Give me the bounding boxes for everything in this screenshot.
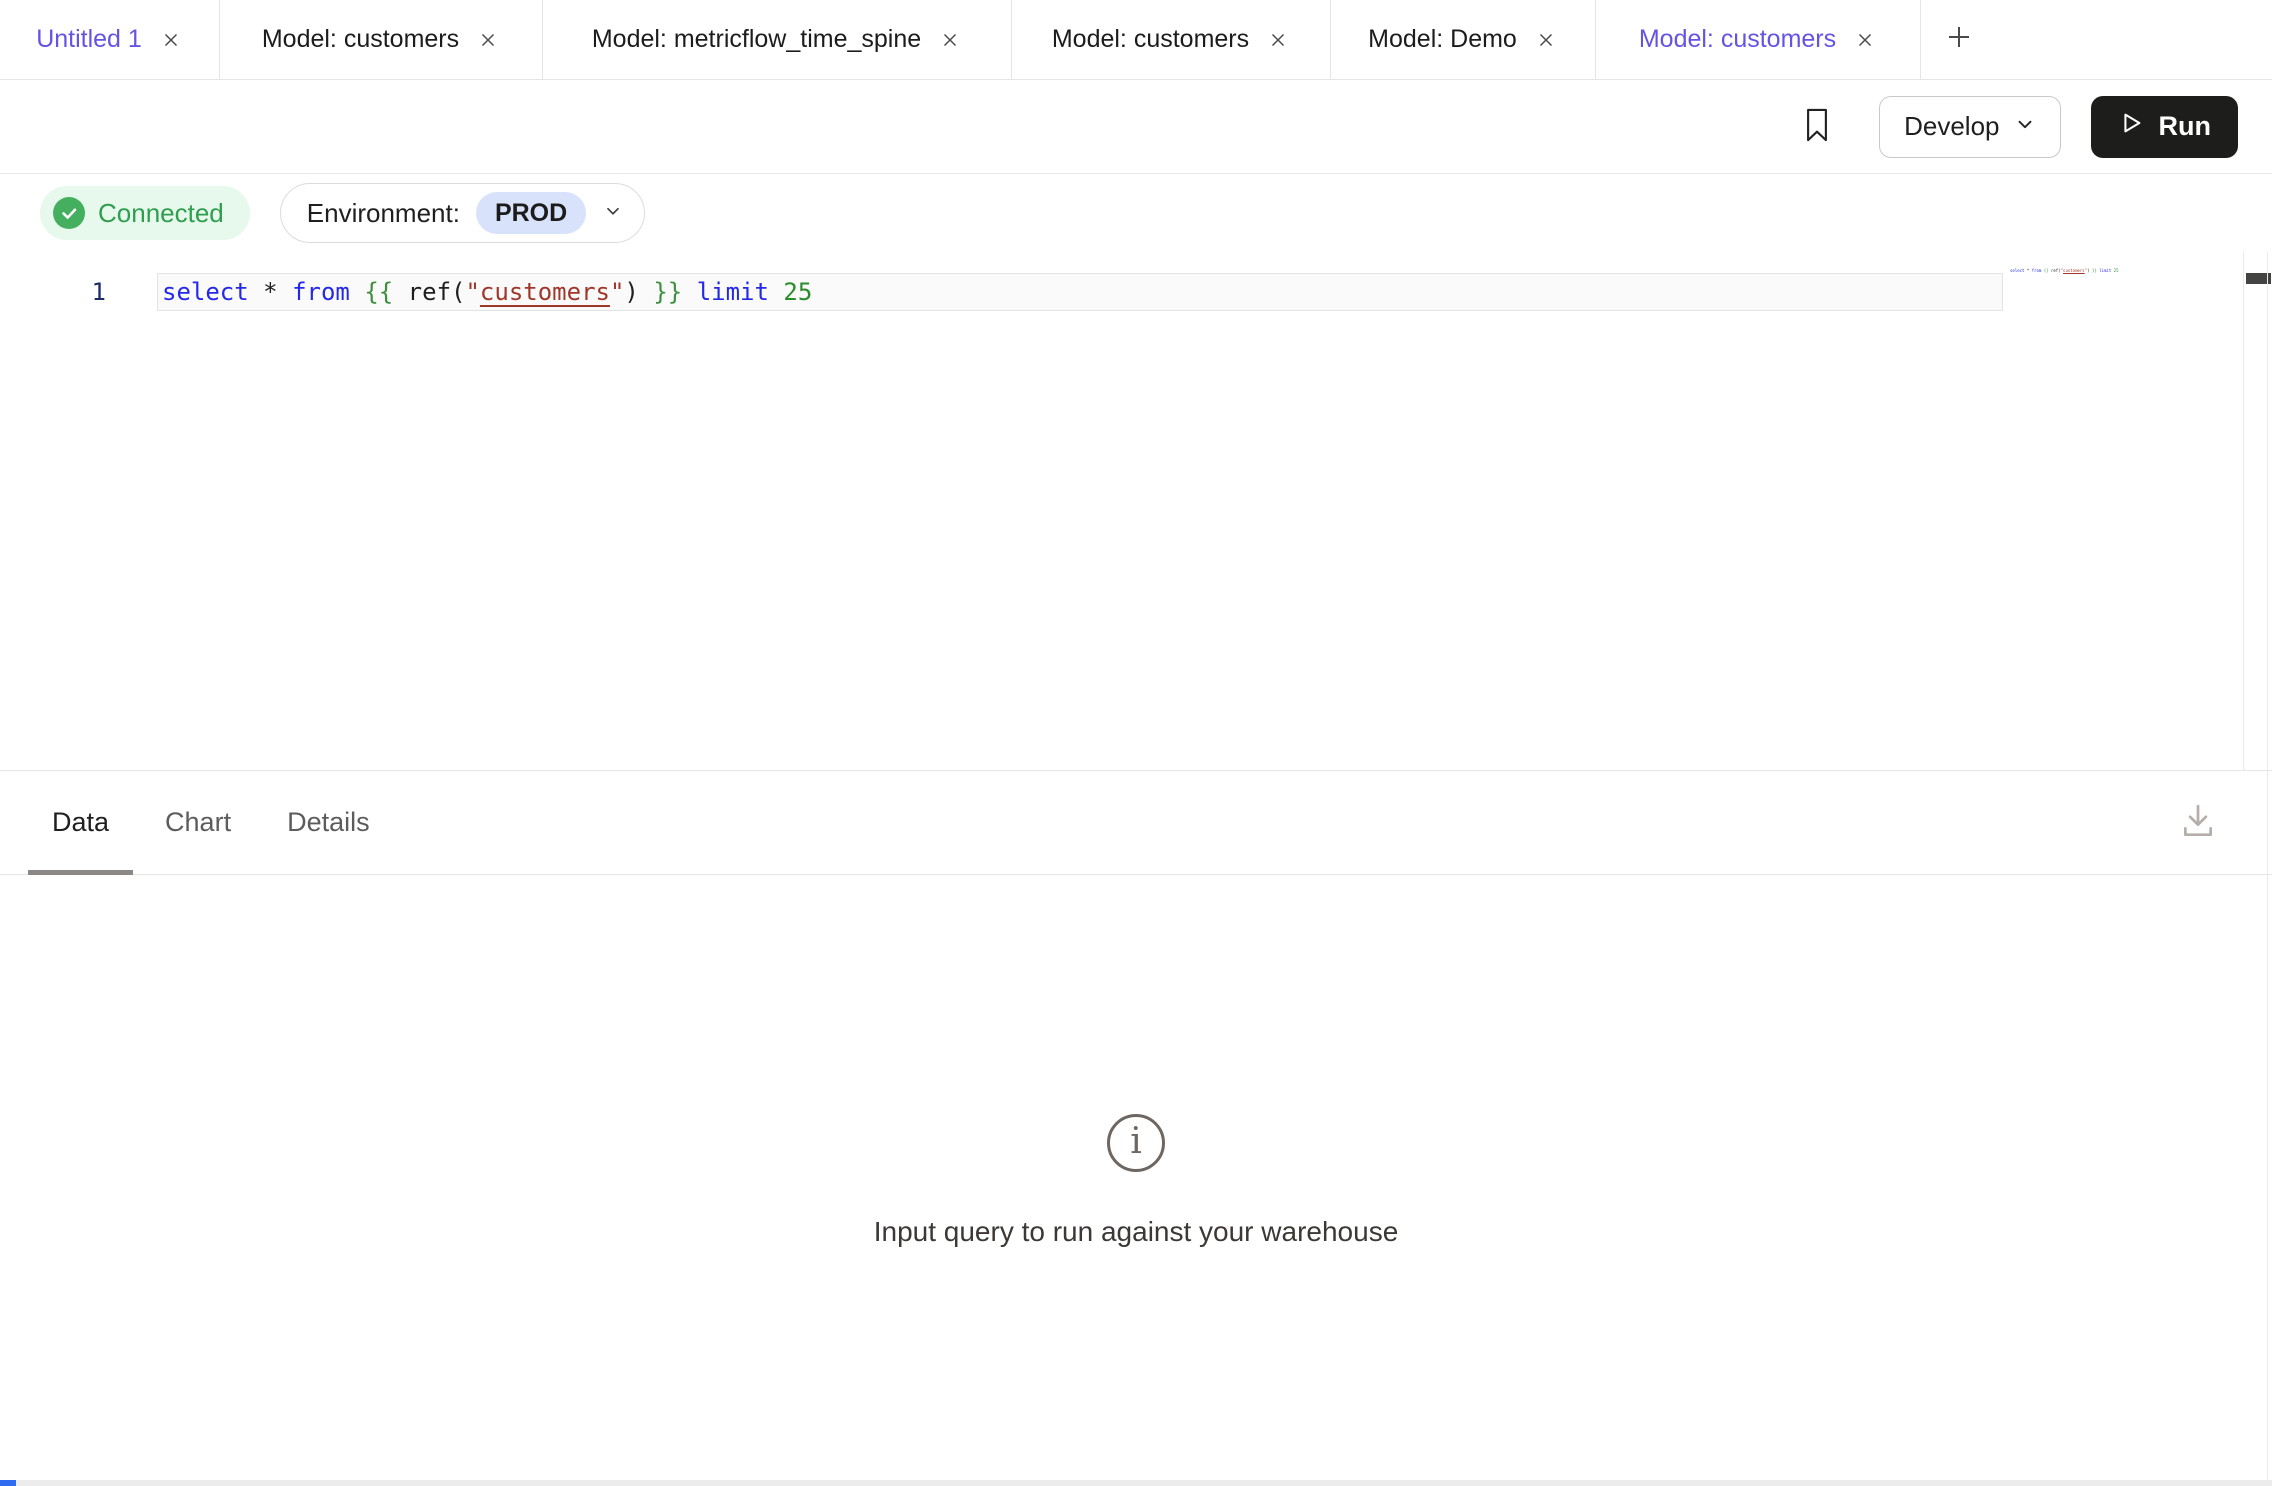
bookmark-icon xyxy=(1801,106,1833,147)
code-line: select * from {{ ref("customers") }} lim… xyxy=(158,278,812,306)
code-token: from xyxy=(292,278,364,306)
minimap-token: customers xyxy=(2063,268,2085,273)
editor-minimap[interactable]: select * from {{ ref("customers") }} lim… xyxy=(2010,266,2110,276)
info-glyph: i xyxy=(1130,1124,1142,1160)
results-panel: Data Chart Details i Input query to run … xyxy=(0,770,2272,1486)
tab-label: Model: customers xyxy=(1639,25,1836,54)
develop-label: Develop xyxy=(1904,111,1999,142)
status-row: Connected Environment: PROD xyxy=(0,174,2272,252)
info-icon: i xyxy=(1107,1114,1165,1172)
code-token-ref-model[interactable]: customers xyxy=(480,278,610,306)
environment-value-chip: PROD xyxy=(476,192,586,234)
code-token: }} xyxy=(653,278,696,306)
code-token: limit xyxy=(697,278,784,306)
code-token: * xyxy=(263,278,292,306)
tab-model-customers-2[interactable]: Model: customers xyxy=(1012,0,1331,79)
download-button[interactable] xyxy=(2176,801,2220,845)
tab-label: Details xyxy=(287,807,370,838)
run-button[interactable]: Run xyxy=(2091,96,2238,158)
minimap-token: {{ xyxy=(2044,268,2051,273)
close-icon[interactable] xyxy=(1534,28,1558,52)
tab-model-customers-1[interactable]: Model: customers xyxy=(220,0,543,79)
environment-dropdown[interactable]: Environment: PROD xyxy=(280,183,645,243)
check-circle-icon xyxy=(53,197,85,229)
environment-label: Environment: xyxy=(307,198,460,229)
connection-status-badge: Connected xyxy=(40,186,250,240)
new-tab-button[interactable] xyxy=(1921,0,1997,79)
tab-label: Chart xyxy=(165,807,231,838)
code-token: " xyxy=(610,278,624,306)
tab-data[interactable]: Data xyxy=(28,771,133,874)
active-code-line[interactable]: select * from {{ ref("customers") }} lim… xyxy=(157,273,2003,311)
close-icon[interactable] xyxy=(159,28,183,52)
play-icon xyxy=(2118,110,2144,143)
connection-status-label: Connected xyxy=(98,198,224,229)
minimap-token: select xyxy=(2010,268,2027,273)
close-icon[interactable] xyxy=(476,28,500,52)
close-icon[interactable] xyxy=(1853,28,1877,52)
close-icon[interactable] xyxy=(1266,28,1290,52)
tab-details[interactable]: Details xyxy=(263,771,394,874)
empty-state-message: Input query to run against your warehous… xyxy=(874,1216,1399,1248)
minimap-token: from xyxy=(2032,268,2044,273)
code-token: ) xyxy=(624,278,653,306)
code-token: 25 xyxy=(783,278,812,306)
run-label: Run xyxy=(2159,111,2211,142)
develop-dropdown-button[interactable]: Develop xyxy=(1879,96,2060,158)
chevron-down-icon xyxy=(2014,111,2036,142)
code-token: ref( xyxy=(408,278,466,306)
download-icon xyxy=(2178,801,2218,844)
sql-editor[interactable]: 1 select * from {{ ref("customers") }} l… xyxy=(0,252,2272,770)
empty-state: i Input query to run against your wareho… xyxy=(0,875,2272,1486)
minimap-token: limit xyxy=(2099,268,2113,273)
code-token: select xyxy=(162,278,263,306)
bookmark-button[interactable] xyxy=(1795,105,1839,149)
tab-label: Model: metricflow_time_spine xyxy=(592,25,921,54)
tab-model-metricflow-time-spine[interactable]: Model: metricflow_time_spine xyxy=(543,0,1012,79)
line-number: 1 xyxy=(0,273,158,311)
close-icon[interactable] xyxy=(938,28,962,52)
tab-model-demo[interactable]: Model: Demo xyxy=(1331,0,1596,79)
window-right-border xyxy=(2267,252,2268,1480)
code-token: {{ xyxy=(364,278,407,306)
tab-label: Untitled 1 xyxy=(36,25,142,54)
tab-label: Model: customers xyxy=(262,25,459,54)
bottom-left-accent xyxy=(0,1480,16,1486)
chevron-down-icon xyxy=(602,200,624,227)
code-token: " xyxy=(465,278,479,306)
window-bottom-strip xyxy=(0,1480,2272,1486)
toolbar: Develop Run xyxy=(0,80,2272,174)
plus-icon xyxy=(1943,21,1975,58)
editor-tab-bar: Untitled 1 Model: customers Model: metri… xyxy=(0,0,2272,80)
tab-label: Model: customers xyxy=(1052,25,1249,54)
minimap-token: 25 xyxy=(2114,268,2119,273)
ide-window: Untitled 1 Model: customers Model: metri… xyxy=(0,0,2272,1486)
tab-label: Data xyxy=(52,807,109,838)
tab-model-customers-3[interactable]: Model: customers xyxy=(1596,0,1921,79)
results-tab-bar: Data Chart Details xyxy=(0,771,2272,875)
tab-label: Model: Demo xyxy=(1368,25,1517,54)
tab-chart[interactable]: Chart xyxy=(141,771,255,874)
tab-untitled-1[interactable]: Untitled 1 xyxy=(0,0,220,79)
minimap-token: ref( xyxy=(2051,268,2061,273)
